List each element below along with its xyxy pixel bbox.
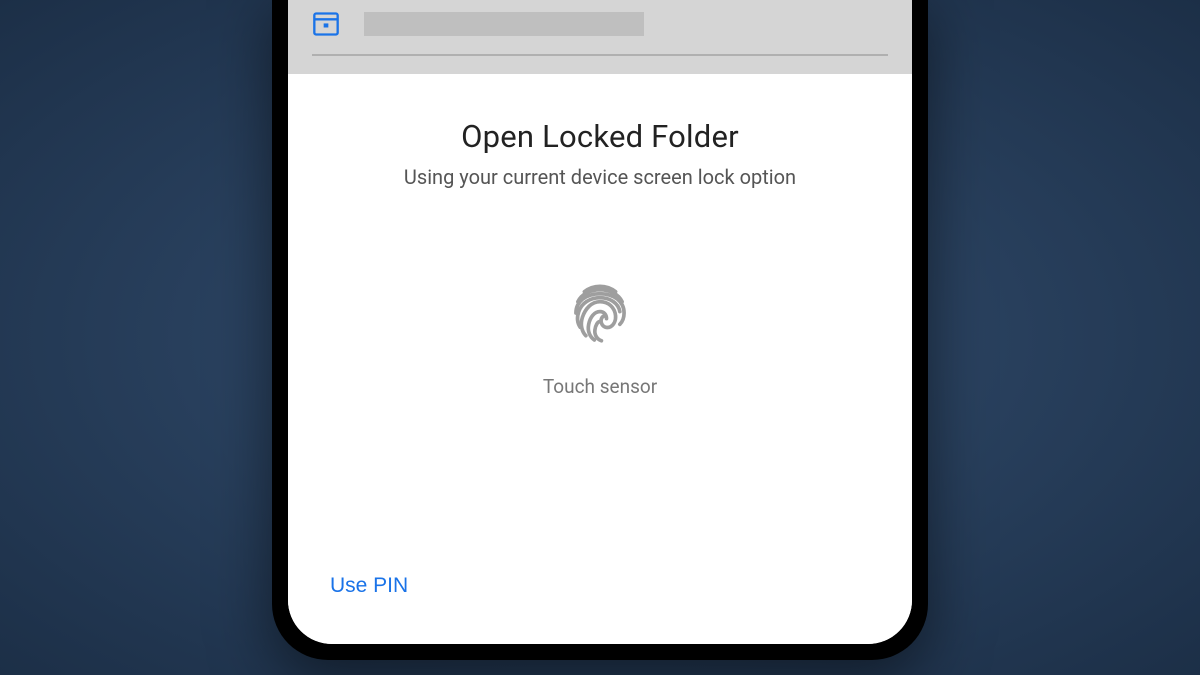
phone-frame: Open Locked Folder Using your current de… bbox=[272, 0, 928, 660]
list-item[interactable] bbox=[312, 10, 888, 38]
phone-screen: Open Locked Folder Using your current de… bbox=[288, 0, 912, 644]
dialog-title: Open Locked Folder bbox=[320, 118, 880, 155]
touch-sensor-label: Touch sensor bbox=[543, 375, 657, 398]
biometric-dialog: Open Locked Folder Using your current de… bbox=[288, 74, 912, 645]
dialog-actions: Use PIN bbox=[320, 566, 880, 644]
redacted-text-placeholder bbox=[364, 12, 644, 36]
dialog-subtitle: Using your current device screen lock op… bbox=[320, 165, 880, 189]
top-bar bbox=[288, 0, 912, 74]
use-pin-button[interactable]: Use PIN bbox=[326, 566, 412, 606]
archive-box-icon bbox=[312, 10, 340, 38]
divider bbox=[312, 54, 888, 56]
fingerprint-icon[interactable] bbox=[566, 279, 634, 347]
fingerprint-section: Touch sensor bbox=[320, 279, 880, 398]
